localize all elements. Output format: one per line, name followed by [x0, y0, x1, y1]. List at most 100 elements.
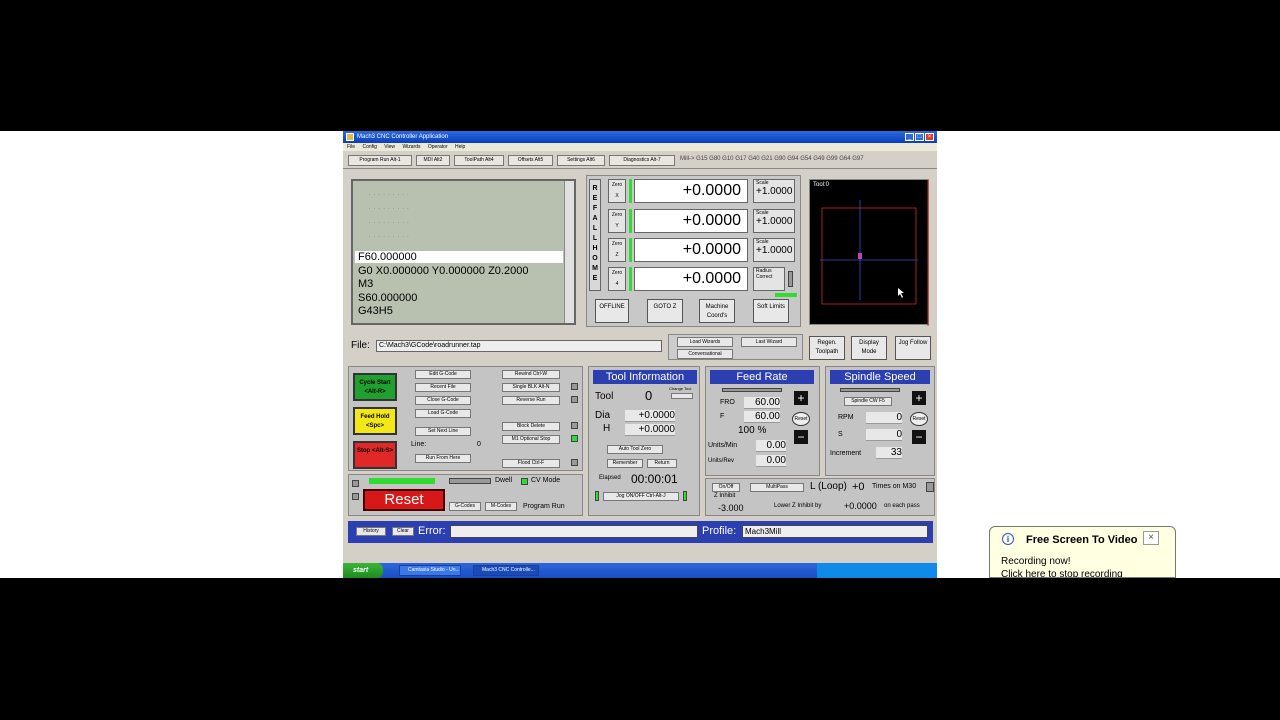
- radius-correct-button[interactable]: Radius Correct: [753, 267, 785, 291]
- x-scale-box[interactable]: Scale +1.0000: [753, 179, 795, 203]
- edit-gcode-button[interactable]: Edit G-Code: [415, 370, 471, 379]
- line-value[interactable]: 0: [477, 441, 481, 448]
- change-tool-button[interactable]: [671, 393, 693, 399]
- mcodes-button[interactable]: M-Codes: [485, 502, 517, 511]
- reverse-run-button[interactable]: Reverse Run: [502, 396, 560, 405]
- fro-value[interactable]: 60.00: [744, 397, 780, 409]
- zero-z-button[interactable]: Zero Z: [608, 238, 626, 262]
- return-button[interactable]: Return: [647, 459, 677, 468]
- menu-file[interactable]: File: [347, 144, 355, 150]
- load-wizards-button[interactable]: Load Wizards: [677, 337, 733, 347]
- tab-settings[interactable]: Settings Alt6: [557, 155, 605, 166]
- zero-4-button[interactable]: Zero 4: [608, 267, 626, 291]
- line-label: Line:: [411, 441, 427, 448]
- minimize-icon[interactable]: _: [905, 133, 914, 141]
- stop-button[interactable]: Stop <Alt-S>: [353, 441, 397, 469]
- lower-z-value[interactable]: +0.0000: [844, 501, 877, 511]
- offline-button[interactable]: OFFLINE: [595, 299, 629, 323]
- machine-coords-button[interactable]: Machine Coord's: [699, 299, 735, 323]
- dro-y-value[interactable]: +0.0000: [634, 209, 748, 233]
- close-icon[interactable]: ×: [1143, 531, 1159, 545]
- start-button[interactable]: start: [343, 563, 383, 578]
- zero-x-button[interactable]: Zero X: [608, 179, 626, 203]
- spindle-down-arrow-icon[interactable]: −: [912, 430, 926, 444]
- zero-y-button[interactable]: Zero Y: [608, 209, 626, 233]
- s-value[interactable]: 0: [866, 429, 902, 441]
- spindle-up-arrow-icon[interactable]: +: [912, 391, 926, 405]
- menu-config[interactable]: Config: [362, 144, 376, 150]
- toolpath-display[interactable]: Tool:0: [809, 179, 929, 326]
- spindle-cw-button[interactable]: Spindle CW F5: [844, 397, 892, 406]
- gcode-scrollbar[interactable]: [564, 181, 574, 323]
- tab-offsets[interactable]: Offsets Alt5: [508, 155, 553, 166]
- single-block-led: [571, 383, 578, 390]
- maximize-icon[interactable]: □: [915, 133, 924, 141]
- menu-wizards[interactable]: Wizards: [402, 144, 420, 150]
- cv-mode-led: [521, 478, 528, 485]
- reset-button[interactable]: Reset: [363, 489, 445, 511]
- gcode-list[interactable]: . . . . . . . . . . . . . . . . . . . . …: [355, 181, 563, 323]
- y-scale-box[interactable]: Scale +1.0000: [753, 209, 795, 233]
- toolpath-extents: [821, 207, 917, 305]
- recording-notification[interactable]: i Free Screen To Video × Recording now! …: [989, 526, 1176, 578]
- increment-value[interactable]: 33: [876, 447, 902, 459]
- rewind-button[interactable]: Rewind Ctrl-W: [502, 370, 560, 379]
- f-value[interactable]: 60.00: [744, 411, 780, 423]
- menu-help[interactable]: Help: [455, 144, 465, 150]
- tab-toolpath[interactable]: ToolPath Alt4: [454, 155, 504, 166]
- cycle-start-button[interactable]: Cycle Start <Alt-R>: [353, 373, 397, 401]
- close-icon[interactable]: ×: [925, 133, 934, 141]
- multipass-button[interactable]: MultiPass: [750, 483, 804, 492]
- feed-hold-button[interactable]: Feed Hold <Spc>: [353, 407, 397, 435]
- feed-down-arrow-icon[interactable]: −: [794, 430, 808, 444]
- history-button[interactable]: History: [356, 527, 386, 536]
- last-wizard-button[interactable]: Last Wizard: [741, 337, 797, 347]
- dro-4-value[interactable]: +0.0000: [634, 267, 748, 291]
- menu-operator[interactable]: Operator: [428, 144, 448, 150]
- z-inhibit-value[interactable]: -3.000: [718, 503, 744, 513]
- units-min-label: Units/Min: [708, 442, 738, 449]
- set-next-line-button[interactable]: Set Next Line: [415, 427, 471, 436]
- z-inhibit-onoff-button[interactable]: On/Off: [712, 483, 740, 492]
- gcodes-button[interactable]: G-Codes: [449, 502, 481, 511]
- clear-button[interactable]: Clear: [392, 527, 414, 536]
- optional-stop-button[interactable]: M1 Optional Stop: [502, 435, 560, 444]
- jog-toggle-button[interactable]: Jog ON/OFF Ctrl-Alt-J: [603, 492, 679, 501]
- loop-value[interactable]: +0: [852, 481, 865, 493]
- notification-line-2[interactable]: Click here to stop recording: [1001, 569, 1123, 577]
- jog-follow-button[interactable]: Jog Follow: [895, 336, 931, 360]
- tab-mdi[interactable]: MDI Alt2: [416, 155, 450, 166]
- goto-z-button[interactable]: GOTO Z: [647, 299, 683, 323]
- file-path-field[interactable]: C:\Mach3\GCode\roadrunner.tap: [376, 340, 662, 352]
- auto-tool-zero-button[interactable]: Auto Tool Zero: [607, 445, 663, 454]
- run-from-here-button[interactable]: Run From Here: [415, 454, 471, 463]
- tab-diagnostics[interactable]: Diagnostics Alt-7: [609, 155, 675, 166]
- single-block-button[interactable]: Single BLK Alt-N: [502, 383, 560, 392]
- tool-value[interactable]: 0: [645, 388, 652, 403]
- block-delete-button[interactable]: Block Delete: [502, 422, 560, 431]
- h-value[interactable]: +0.0000: [625, 424, 675, 436]
- conversational-button[interactable]: Conversational: [677, 349, 733, 359]
- ref-all-home-button[interactable]: REF ALL HOME: [589, 179, 601, 291]
- flood-button[interactable]: Flood Ctrl-F: [502, 459, 560, 468]
- feed-up-arrow-icon[interactable]: +: [794, 391, 808, 405]
- display-mode-button[interactable]: Display Mode: [851, 336, 887, 360]
- dia-value[interactable]: +0.0000: [625, 410, 675, 422]
- dro-x-value[interactable]: +0.0000: [634, 179, 748, 203]
- taskbar-item-mach3[interactable]: Mach3 CNC Controlle...: [473, 565, 539, 576]
- menu-view[interactable]: View: [384, 144, 395, 150]
- recent-file-button[interactable]: Recent File: [415, 383, 471, 392]
- load-gcode-button[interactable]: Load G-Code: [415, 409, 471, 418]
- taskbar: start Camtasia Studio - Un... Mach3 CNC …: [343, 563, 937, 578]
- dro-z-value[interactable]: +0.0000: [634, 238, 748, 262]
- tab-program-run[interactable]: Program Run Alt-1: [348, 155, 412, 166]
- regen-toolpath-button[interactable]: Regen. Toolpath: [809, 336, 845, 360]
- taskbar-item-camtasia[interactable]: Camtasia Studio - Un...: [399, 565, 461, 576]
- spindle-reset-button[interactable]: Reset: [910, 412, 928, 426]
- remember-button[interactable]: Remember: [607, 459, 643, 468]
- feed-reset-button[interactable]: Reset: [792, 412, 810, 426]
- close-gcode-button[interactable]: Close G-Code: [415, 396, 471, 405]
- soft-limits-button[interactable]: Soft Limits: [753, 299, 789, 323]
- title-bar[interactable]: Mach3 CNC Controller Application _ □ ×: [343, 131, 937, 143]
- z-scale-box[interactable]: Scale +1.0000: [753, 238, 795, 262]
